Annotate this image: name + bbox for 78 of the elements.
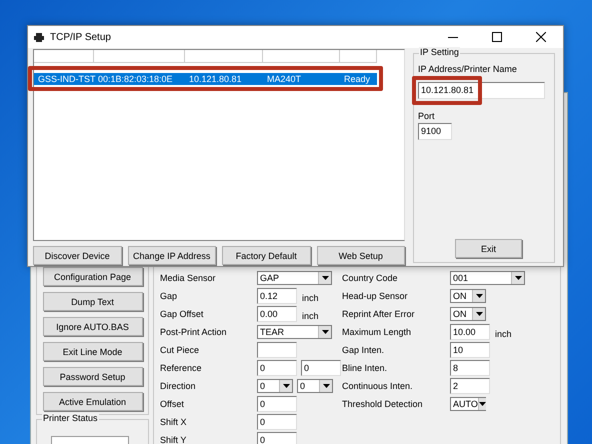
field-label: Head-up Sensor xyxy=(342,291,409,301)
dropdown-arrow-icon xyxy=(282,384,290,388)
side-button[interactable]: Configuration Page xyxy=(42,267,142,286)
text-field[interactable]: 0 xyxy=(301,360,341,376)
field-label: Post-Print Action xyxy=(160,327,228,337)
field-label: Continuous Inten. xyxy=(342,381,414,391)
dropdown-arrow-icon xyxy=(476,294,482,298)
dropdown[interactable]: 001 xyxy=(450,271,525,285)
dropdown[interactable]: TEAR xyxy=(257,325,332,339)
field-label: IP Address/Printer Name xyxy=(418,64,518,74)
field-label: Port xyxy=(418,111,436,121)
field-label: Gap Offset xyxy=(160,309,204,319)
side-button[interactable]: Exit Line Mode xyxy=(42,342,142,361)
dropdown-arrow-icon xyxy=(322,384,330,388)
side-button[interactable]: Dump Text xyxy=(42,292,142,311)
field-label: Maximum Length xyxy=(342,327,412,337)
table-cell-text: 00:1B:82:03:18:0E xyxy=(97,73,174,85)
text-field[interactable]: 8 xyxy=(450,360,490,376)
text-field[interactable]: 10 xyxy=(450,342,490,358)
dropdown[interactable]: ON xyxy=(450,307,486,321)
dialog-button[interactable]: Discover Device xyxy=(33,246,122,265)
text-field[interactable]: 10.00 xyxy=(450,324,490,340)
dropdown[interactable]: GAP xyxy=(257,271,332,285)
field-label: Gap xyxy=(160,291,178,301)
dialog-button[interactable]: Factory Default xyxy=(222,246,310,265)
device-row[interactable]: GSS-IND-TST 00:1B:82:03:18:0E 10.121.80.81 MA240T Ready xyxy=(34,73,377,85)
field-label: Bline Inten. xyxy=(342,363,388,373)
field-label: Shift X xyxy=(160,417,188,427)
window-title: TCP/IP Setup xyxy=(50,32,111,42)
text-field[interactable]: 0 xyxy=(257,432,297,444)
table-cell-text: Ready xyxy=(343,73,372,85)
column-header[interactable] xyxy=(34,50,94,63)
table-cell-text: MA240T xyxy=(266,73,302,85)
side-button[interactable]: Password Setup xyxy=(42,367,142,386)
dialog-button[interactable]: Web Setup xyxy=(316,246,405,265)
group-title: IP Setting xyxy=(419,47,460,57)
dropdown-arrow-icon xyxy=(322,276,328,280)
text-field[interactable]: 0 xyxy=(257,360,297,376)
table-cell-text: 10.121.80.81 xyxy=(188,73,243,85)
unit-label: inch xyxy=(495,329,512,339)
text-field[interactable]: 2 xyxy=(450,378,490,394)
dropdown[interactable]: 0 xyxy=(257,379,293,393)
unit-label: inch xyxy=(302,293,319,303)
field-label: Cut Piece xyxy=(160,345,200,355)
column-header[interactable] xyxy=(340,50,377,63)
text-field[interactable]: 0.00 xyxy=(257,306,297,322)
text-field[interactable] xyxy=(257,342,297,358)
column-header[interactable] xyxy=(263,50,340,63)
field-label: Offset xyxy=(160,399,185,409)
exit-button[interactable]: Exit xyxy=(455,239,522,258)
group-title: Printer Status xyxy=(42,413,99,423)
dropdown[interactable]: AUTO xyxy=(450,397,486,411)
field-label: Shift Y xyxy=(160,435,188,444)
field-label: Country Code xyxy=(342,273,399,283)
dropdown-arrow-icon xyxy=(514,276,522,280)
field-label: Reprint After Error xyxy=(342,309,416,319)
field-label: Reference xyxy=(160,363,203,373)
field-label: Media Sensor xyxy=(160,273,217,283)
port-field[interactable]: 9100 xyxy=(418,123,452,140)
column-header[interactable] xyxy=(185,50,263,63)
text-field[interactable]: 0 xyxy=(257,414,297,430)
column-header[interactable] xyxy=(94,50,185,63)
text-field[interactable]: 0 xyxy=(257,396,297,412)
table-cell-text: GSS-IND-TST xyxy=(37,73,94,85)
field-label: Direction xyxy=(160,381,197,391)
dropdown[interactable]: 0 xyxy=(297,379,333,393)
dropdown-arrow-icon xyxy=(478,402,486,406)
field-label: Threshold Detection xyxy=(342,399,424,409)
printer-icon xyxy=(34,32,44,42)
dropdown-arrow-icon xyxy=(322,330,328,334)
dialog-button[interactable]: Change IP Address xyxy=(128,246,216,265)
side-button[interactable]: Active Emulation xyxy=(42,392,142,411)
side-button[interactable]: Ignore AUTO.BAS xyxy=(42,317,142,336)
dropdown-arrow-icon xyxy=(476,312,482,316)
field-label: Gap Inten. xyxy=(342,345,386,355)
dropdown[interactable]: ON xyxy=(450,289,486,303)
text-field[interactable]: 0.12 xyxy=(257,288,297,304)
unit-label: inch xyxy=(302,311,319,321)
